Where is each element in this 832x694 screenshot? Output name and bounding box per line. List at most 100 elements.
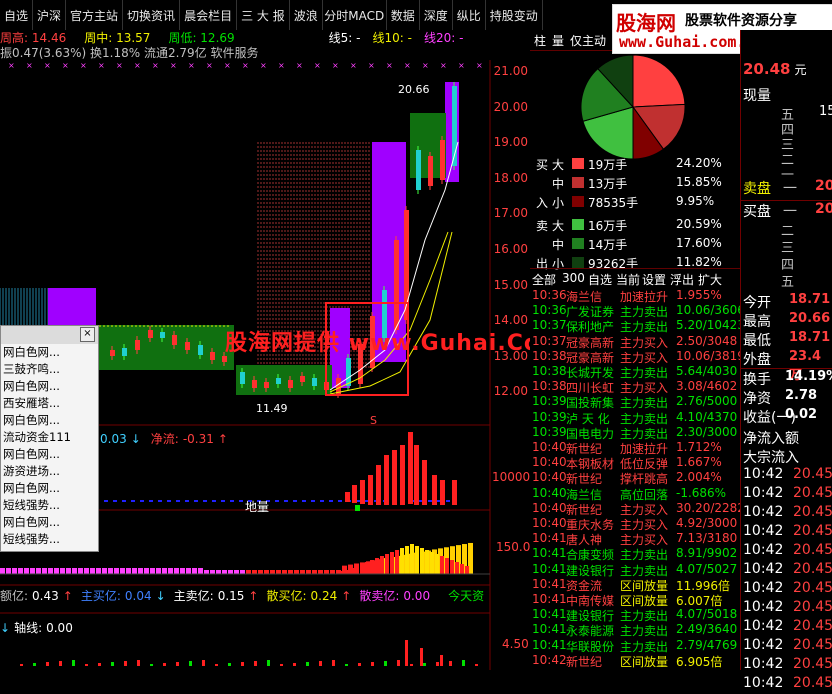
tick-time: 10:37 bbox=[532, 318, 567, 333]
filter-tab-6[interactable]: 扩大 bbox=[698, 271, 722, 288]
alert-popup-window[interactable]: × 网白色网... 三鼓齐鸣... 网白色网... 西安雁塔... 网白色网... 流动资… bbox=[0, 325, 99, 552]
tick-row[interactable]: 10:40 新世纪 撑杆跳高 2.004% bbox=[530, 470, 740, 486]
volume-axis-label: 10000 bbox=[492, 470, 531, 484]
filter-tab-4[interactable]: 设置 bbox=[642, 271, 666, 288]
filter-tab-1[interactable]: 300 bbox=[562, 271, 585, 285]
flow-row: 卖 大 16万手 20.59% bbox=[530, 217, 740, 233]
tick-value: -1.686% bbox=[676, 485, 727, 500]
popup-list-item[interactable]: 网白色网... bbox=[1, 412, 98, 429]
tick-row[interactable]: 10:39 国电电力 主力卖出 2.30/3000 bbox=[530, 425, 740, 441]
signal-mark: × bbox=[350, 61, 357, 70]
tick-row[interactable]: 10:40 新世纪 加速拉升 1.712% bbox=[530, 440, 740, 456]
menu-item-8[interactable]: 数据 bbox=[387, 0, 420, 30]
tick-row[interactable]: 10:42 新世纪 区间放量 6.905倍 bbox=[530, 653, 740, 669]
filter-tab-5[interactable]: 浮出 bbox=[670, 271, 694, 288]
signal-mark: × bbox=[224, 61, 231, 70]
net-flow-label: 净流: bbox=[150, 432, 179, 446]
menu-item-1[interactable]: 沪深 bbox=[33, 0, 67, 30]
tick-row[interactable]: 10:41 建设银行 主力卖出 4.07/5018 bbox=[530, 607, 740, 623]
flow-row: 买 大 19万手 24.20% bbox=[530, 156, 740, 172]
popup-list-item[interactable]: 网白色网... bbox=[1, 378, 98, 395]
popup-list-item[interactable]: 短线强势... bbox=[1, 497, 98, 514]
flow-volume: 19万手 bbox=[588, 158, 628, 172]
tick-value: 3.08/4602 bbox=[676, 379, 738, 394]
trade-row: 10:42 20.45 bbox=[741, 599, 832, 618]
stat-label: 外盘 bbox=[743, 352, 771, 368]
block-inflow-label: 大宗流入 bbox=[743, 450, 799, 466]
tab-volume[interactable]: 量 bbox=[552, 32, 564, 49]
ask-level: 二 bbox=[781, 149, 832, 168]
signal-mark: × bbox=[296, 61, 303, 70]
tab-active-only[interactable]: 仅主动 bbox=[570, 32, 606, 49]
tick-row[interactable]: 10:40 重庆水务 主力买入 4.92/3000 bbox=[530, 516, 740, 532]
tick-row[interactable]: 10:41 建设银行 主力卖出 4.07/5027 bbox=[530, 562, 740, 578]
tick-row[interactable]: 10:41 华联股份 主力卖出 2.79/4769 bbox=[530, 638, 740, 654]
tick-row[interactable]: 10:41 资金流 区间放量 11.996倍 bbox=[530, 577, 740, 593]
menu-item-7[interactable]: 分时MACD bbox=[323, 0, 387, 30]
menu-item-0[interactable]: 自选 bbox=[0, 0, 34, 30]
filter-tab-3[interactable]: 当前 bbox=[616, 271, 640, 288]
tick-row[interactable]: 10:40 海兰信 高位回落 -1.686% bbox=[530, 486, 740, 502]
trade-list: 10:42 20.45 10:42 20.45 10:42 20.45 10:42 2… bbox=[741, 466, 832, 694]
trade-row: 10:42 20.45 bbox=[741, 637, 832, 656]
tick-row[interactable]: 10:40 新世纪 主力买入 30.20/2282 bbox=[530, 501, 745, 517]
popup-list-item[interactable]: 网白色网... bbox=[1, 480, 98, 497]
popup-list-item[interactable]: 流动资金111 bbox=[1, 429, 98, 446]
popup-list-item[interactable]: 网白色网... bbox=[1, 446, 98, 463]
popup-list-item[interactable]: 网白色网... bbox=[1, 344, 98, 361]
menu-item-9[interactable]: 深度 bbox=[420, 0, 453, 30]
tick-row[interactable]: 10:41 永泰能源 主力卖出 2.49/3640 bbox=[530, 622, 740, 638]
tick-row[interactable]: 10:37 冠豪高新 主力买入 2.50/3048 bbox=[530, 334, 740, 350]
tick-row[interactable]: 10:36 广发证券 主力卖出 10.06/3606 bbox=[530, 303, 745, 319]
filter-tab-0[interactable]: 全部 bbox=[532, 271, 556, 288]
tick-row[interactable]: 10:38 长城开发 主力卖出 5.64/4030 bbox=[530, 364, 740, 380]
tick-value: 2.004% bbox=[676, 470, 722, 485]
menu-item-5[interactable]: 三 大 报 bbox=[237, 0, 290, 30]
tick-time: 10:39 bbox=[532, 394, 567, 409]
menu-item-10[interactable]: 纵比 bbox=[453, 0, 486, 30]
stat-row: 收益(一) 0.02 bbox=[741, 407, 832, 426]
flow-side: 卖 bbox=[536, 219, 549, 233]
tick-row[interactable]: 10:39 泸 天 化 主力卖出 4.10/4370 bbox=[530, 410, 740, 426]
popup-list-item[interactable]: 西安雁塔... bbox=[1, 395, 98, 412]
menu-item-11[interactable]: 持股变动 bbox=[486, 0, 543, 30]
signal-mark: × bbox=[314, 61, 321, 70]
tick-row[interactable]: 10:38 四川长虹 主力买入 3.08/4602 bbox=[530, 379, 740, 395]
close-icon[interactable]: × bbox=[80, 327, 95, 342]
price-tick-label: 17.00 bbox=[493, 206, 528, 221]
signal-mark: × bbox=[332, 61, 339, 70]
menu-item-4[interactable]: 晨会栏目 bbox=[180, 0, 238, 30]
tick-row[interactable]: 10:41 中南传媒 区间放量 6.007倍 bbox=[530, 592, 740, 608]
menu-item-3[interactable]: 切换资讯 bbox=[123, 0, 181, 30]
tick-time: 10:41 bbox=[532, 576, 567, 591]
tick-row[interactable]: 10:38 冠豪高新 主力买入 10.06/3819 bbox=[530, 349, 745, 365]
tick-row[interactable]: 10:36 海兰信 加速拉升 1.955% bbox=[530, 288, 740, 304]
popup-list-item[interactable]: 短线强势... bbox=[1, 531, 98, 548]
tick-row[interactable]: 10:41 唐人神 主力买入 7.13/3180 bbox=[530, 531, 740, 547]
filter-tab-2[interactable]: 自选 bbox=[588, 271, 612, 288]
magenta-block bbox=[48, 288, 96, 328]
popup-list-item[interactable]: 游资进场... bbox=[1, 463, 98, 480]
candlestick bbox=[160, 332, 165, 338]
tick-row[interactable]: 10:39 国投新集 主力卖出 2.76/5000 bbox=[530, 394, 740, 410]
menu-item-2[interactable]: 官方主站 bbox=[66, 0, 124, 30]
down-arrow-icon: ↓ bbox=[130, 431, 141, 446]
candlestick bbox=[198, 345, 203, 355]
flow-row: 0.03 ↓ 净流: -0.31 ↑ bbox=[100, 430, 228, 447]
popup-list-item[interactable]: 三鼓齐鸣... bbox=[1, 361, 98, 378]
tick-row[interactable]: 10:37 保利地产 主力卖出 5.20/10423 bbox=[530, 318, 745, 334]
popup-list-item[interactable]: 网白色网... bbox=[1, 514, 98, 531]
stock-summary: 振0.47(3.63%) 换1.18% 流通2.79亿 软件服务 bbox=[0, 46, 259, 60]
bid-level: 三 bbox=[781, 237, 832, 256]
tick-value: 2.50/3048 bbox=[676, 333, 738, 348]
axis-line-label: 轴线: bbox=[14, 621, 43, 635]
flow-row: 中 14万手 17.60% bbox=[530, 236, 740, 252]
tick-row[interactable]: 10:41 合康变频 主力卖出 8.91/9902 bbox=[530, 546, 740, 562]
tick-row[interactable]: 10:40 本钢板材 低位反弹 1.667% bbox=[530, 455, 740, 471]
popup-titlebar[interactable]: × bbox=[1, 326, 98, 344]
menu-item-6[interactable]: 波浪 bbox=[290, 0, 323, 30]
ma20-label: 线20: - bbox=[423, 31, 464, 45]
main-buy-value: 0.04 bbox=[124, 588, 152, 603]
tab-bar-chart[interactable]: 柱 bbox=[534, 32, 546, 49]
tick-time: 10:39 bbox=[532, 424, 567, 439]
